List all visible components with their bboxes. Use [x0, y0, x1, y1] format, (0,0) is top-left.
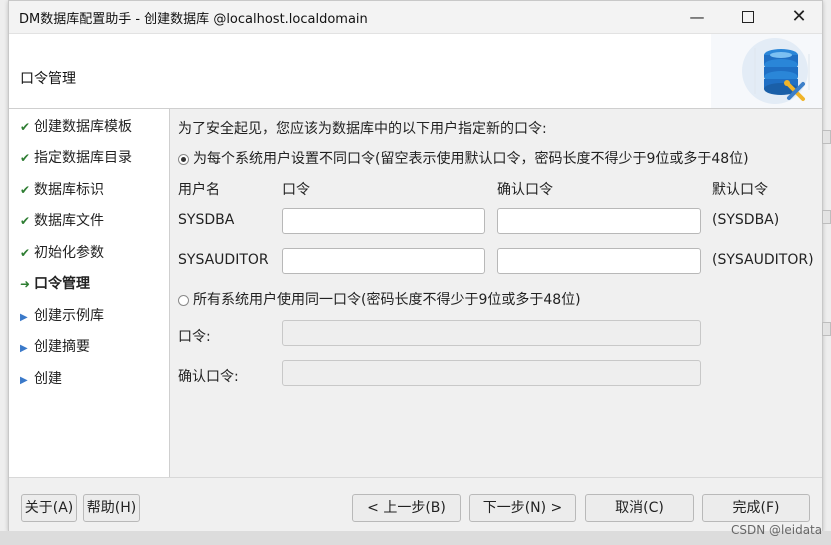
user-name-sysdba: SYSDBA	[178, 212, 235, 228]
sysdba-confirm-field[interactable]	[497, 208, 701, 234]
background-edge-marker	[822, 210, 831, 224]
option-separate-passwords[interactable]: 为每个系统用户设置不同口令(留空表示使用默认口令，密码长度不得少于9位或多于48…	[178, 148, 749, 168]
background-edge-marker	[822, 322, 831, 336]
button-bar: 关于(A) 帮助(H) < 上一步(B) 下一步(N) > 取消(C) 完成(F…	[9, 477, 822, 531]
check-icon: ✔	[20, 151, 31, 165]
sysauditor-default-password: (SYSAUDITOR)	[712, 252, 814, 268]
close-icon: ✕	[791, 6, 807, 27]
same-confirm-field	[282, 360, 701, 386]
triangle-right-icon: ▶	[20, 343, 28, 354]
column-header-confirm: 确认口令	[497, 182, 553, 198]
intro-text: 为了安全起见，您应该为数据库中的以下用户指定新的口令:	[178, 121, 547, 137]
sysdba-password-field[interactable]	[282, 208, 485, 234]
sidebar-step-directory[interactable]: ✔ 指定数据库目录	[20, 147, 132, 169]
check-icon: ✔	[20, 246, 31, 260]
database-config-icon	[711, 34, 822, 108]
sidebar-step-template[interactable]: ✔ 创建数据库模板	[20, 116, 132, 138]
same-password-label: 口令:	[178, 329, 211, 345]
help-button[interactable]: 帮助(H)	[83, 494, 140, 522]
title-bar: DM数据库配置助手 - 创建数据库 @localhost.localdomain…	[9, 1, 822, 34]
sidebar-step-summary[interactable]: ▶ 创建摘要	[20, 336, 90, 358]
finish-button[interactable]: 完成(F)	[702, 494, 810, 522]
radio-selected[interactable]	[178, 153, 189, 165]
check-icon: ✔	[20, 183, 31, 197]
window-title: DM数据库配置助手 - 创建数据库 @localhost.localdomain	[19, 12, 368, 27]
radio-unselected[interactable]	[178, 294, 189, 306]
arrow-right-icon: ➜	[20, 277, 31, 291]
column-header-default: 默认口令	[712, 182, 768, 198]
about-button[interactable]: 关于(A)	[21, 494, 77, 522]
sidebar-step-files[interactable]: ✔ 数据库文件	[20, 210, 104, 232]
option-same-password[interactable]: 所有系统用户使用同一口令(密码长度不得少于9位或多于48位)	[178, 289, 581, 309]
sysauditor-password-field[interactable]	[282, 248, 485, 274]
check-icon: ✔	[20, 120, 31, 134]
watermark-text: CSDN @leidata	[731, 523, 823, 537]
sysauditor-confirm-field[interactable]	[497, 248, 701, 274]
sidebar-step-identity[interactable]: ✔ 数据库标识	[20, 179, 104, 201]
cancel-button[interactable]: 取消(C)	[585, 494, 694, 522]
minimize-button[interactable]: —	[673, 1, 721, 33]
close-button[interactable]: ✕	[775, 1, 823, 33]
next-button[interactable]: 下一步(N) >	[469, 494, 576, 522]
column-header-password: 口令	[282, 182, 310, 198]
sidebar-step-password[interactable]: ➜ 口令管理	[20, 273, 90, 295]
sidebar-step-params[interactable]: ✔ 初始化参数	[20, 242, 104, 264]
user-name-sysauditor: SYSAUDITOR	[178, 252, 269, 268]
page-header: 口令管理	[9, 34, 822, 109]
dialog-window: DM数据库配置助手 - 创建数据库 @localhost.localdomain…	[8, 0, 823, 531]
sysdba-default-password: (SYSDBA)	[712, 212, 780, 228]
check-icon: ✔	[20, 214, 31, 228]
sidebar-step-sample[interactable]: ▶ 创建示例库	[20, 305, 104, 327]
minimize-icon: —	[689, 8, 705, 26]
password-panel: 为了安全起见，您应该为数据库中的以下用户指定新的口令: 为每个系统用户设置不同口…	[170, 109, 822, 477]
same-password-field	[282, 320, 701, 346]
column-header-user: 用户名	[178, 182, 220, 198]
triangle-right-icon: ▶	[20, 312, 28, 323]
sidebar-step-create[interactable]: ▶ 创建	[20, 368, 62, 390]
steps-sidebar: ✔ 创建数据库模板 ✔ 指定数据库目录 ✔ 数据库标识 ✔ 数据库文件 ✔ 初始化参数 ➜…	[9, 109, 170, 477]
same-confirm-label: 确认口令:	[178, 369, 239, 385]
background-window-strip	[0, 531, 831, 545]
page-title: 口令管理	[20, 71, 76, 87]
maximize-button[interactable]	[724, 1, 772, 33]
maximize-icon	[742, 11, 754, 23]
triangle-right-icon: ▶	[20, 375, 28, 386]
previous-button[interactable]: < 上一步(B)	[352, 494, 461, 522]
background-edge-marker	[822, 130, 831, 144]
